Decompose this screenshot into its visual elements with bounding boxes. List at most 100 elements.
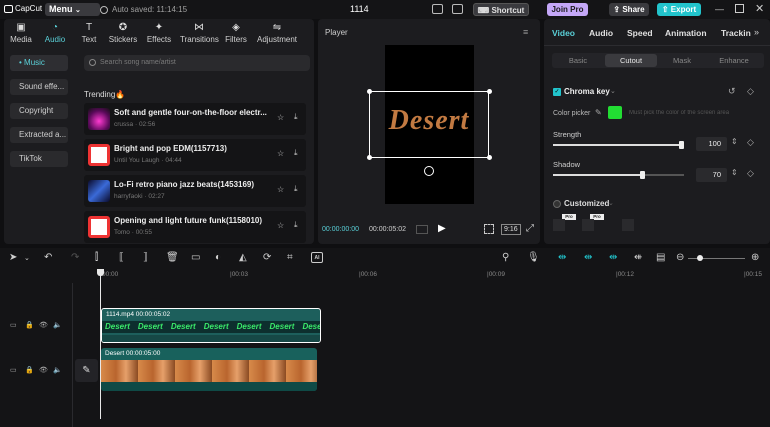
rotate-icon[interactable]: ⟳: [263, 252, 271, 263]
track-item[interactable]: Lo-Fi retro piano jazz beats(1453169) ha…: [84, 175, 306, 207]
play-icon[interactable]: ▶: [438, 223, 446, 234]
eyedropper-icon[interactable]: ✎: [595, 108, 602, 117]
option-tile[interactable]: [622, 219, 634, 231]
track-item[interactable]: Soft and gentle four-on-the-floor electr…: [84, 103, 306, 135]
tab-media[interactable]: ▣ Media: [5, 22, 37, 44]
chevron-down-icon[interactable]: ⌄: [24, 254, 30, 262]
tab-adjustment[interactable]: ⇋ Adjustment: [255, 22, 299, 44]
freeze-icon[interactable]: ▭: [191, 252, 200, 263]
lock-icon[interactable]: 🔒: [25, 321, 34, 329]
delete-icon[interactable]: 🗑: [166, 252, 179, 263]
category-music[interactable]: • Music: [10, 55, 68, 71]
zoom-out-icon[interactable]: ⊖: [676, 252, 684, 263]
link-icon[interactable]: ⇹: [558, 252, 566, 263]
resize-handle[interactable]: [367, 89, 372, 94]
favorite-star-icon[interactable]: ☆: [277, 149, 284, 158]
tab-speed[interactable]: Speed: [627, 28, 653, 38]
stepper-icon[interactable]: ⇕: [731, 137, 738, 146]
split-icon[interactable]: ⫿: [95, 252, 98, 263]
time-ruler[interactable]: 00:00 |00:03 |00:06 |00:09 |00:12 |00:15: [101, 269, 770, 283]
subtab-mask[interactable]: Mask: [656, 54, 708, 67]
eye-icon[interactable]: 👁: [39, 321, 48, 329]
share-button[interactable]: ⇪ Share: [609, 3, 649, 16]
minimize-icon[interactable]: —: [715, 4, 724, 14]
preview-axis-icon[interactable]: ⇹: [609, 252, 617, 263]
track-item[interactable]: Bright and pop EDM(1157713) Until You La…: [84, 139, 306, 171]
category-extracted-audio[interactable]: Extracted a...: [10, 127, 68, 143]
microphone-icon[interactable]: 🎙: [527, 252, 540, 263]
playhead[interactable]: [100, 269, 101, 419]
download-icon[interactable]: ⤓: [294, 184, 298, 194]
export-button[interactable]: ⇧ Export: [657, 3, 701, 16]
tab-filters[interactable]: ◈ Filters: [220, 22, 252, 44]
layout-icon-2[interactable]: [452, 4, 463, 14]
audio-icon[interactable]: 🔈: [53, 366, 62, 374]
chevron-down-icon[interactable]: ⌄: [610, 87, 616, 95]
keyframe-icon[interactable]: ◇: [747, 86, 754, 97]
chroma-key-checkbox[interactable]: ✓: [553, 88, 561, 96]
shadow-slider-handle[interactable]: [640, 171, 645, 179]
category-tiktok[interactable]: TikTok: [10, 151, 68, 167]
tab-audio[interactable]: ◔ Audio: [39, 22, 71, 44]
resize-handle[interactable]: [487, 89, 492, 94]
main-track-magnet-icon[interactable]: ⚲: [502, 252, 509, 263]
subtab-cutout[interactable]: Cutout: [605, 54, 657, 67]
lock-icon[interactable]: 🔒: [25, 366, 34, 374]
option-tile[interactable]: [553, 219, 565, 231]
download-icon[interactable]: ⤓: [294, 112, 298, 122]
split-screen-icon[interactable]: ⇺: [634, 252, 642, 263]
tab-text[interactable]: T Text: [73, 22, 105, 44]
playhead-handle[interactable]: [97, 269, 104, 276]
snap-icon[interactable]: ⇹: [584, 252, 592, 263]
aspect-ratio-button[interactable]: 9:16: [501, 224, 521, 235]
mirror-icon[interactable]: ◭: [239, 252, 247, 263]
category-copyright[interactable]: Copyright: [10, 103, 68, 119]
strength-slider-track[interactable]: [553, 144, 684, 146]
subtab-enhance[interactable]: Enhance: [708, 54, 760, 67]
shadow-slider-track[interactable]: [553, 174, 684, 176]
fullscreen-icon[interactable]: ⤢: [526, 223, 534, 234]
favorite-star-icon[interactable]: ☆: [277, 113, 284, 122]
search-input[interactable]: Search song name/artist: [84, 55, 310, 71]
track-item[interactable]: Opening and light future funk(1158010) T…: [84, 211, 306, 243]
shortcut-button[interactable]: ⌨ Shortcut: [473, 3, 529, 16]
caption-icon[interactable]: ▤: [656, 252, 665, 263]
favorite-star-icon[interactable]: ☆: [277, 185, 284, 194]
tab-tracking[interactable]: Trackin: [721, 28, 751, 38]
tab-stickers[interactable]: ✪ Stickers: [107, 22, 139, 44]
option-tile[interactable]: [582, 219, 594, 231]
text-clip[interactable]: 1114.mp4 00:00:05:02 Desert Desert Desert D…: [101, 308, 321, 343]
tab-audio-props[interactable]: Audio: [589, 28, 613, 38]
shadow-input[interactable]: 70: [696, 168, 727, 182]
tab-effects[interactable]: ✦ Effects: [143, 22, 175, 44]
favorite-star-icon[interactable]: ☆: [277, 221, 284, 230]
download-icon[interactable]: ⤓: [294, 220, 298, 230]
zoom-slider-handle[interactable]: [697, 255, 703, 261]
split-left-icon[interactable]: ⟦: [119, 252, 124, 263]
ai-tool-icon[interactable]: AI: [311, 252, 323, 263]
zoom-in-icon[interactable]: ⊕: [751, 252, 759, 263]
cover-edit-icon[interactable]: ✎: [75, 359, 98, 382]
fit-icon[interactable]: [484, 224, 494, 234]
stepper-icon[interactable]: ⇕: [731, 168, 738, 177]
resize-handle[interactable]: [487, 155, 492, 160]
eye-icon[interactable]: 👁: [39, 366, 48, 374]
strength-input[interactable]: 100: [696, 137, 727, 151]
resize-handle[interactable]: [367, 155, 372, 160]
audio-icon[interactable]: 🔈: [53, 321, 62, 329]
strength-slider-handle[interactable]: [679, 141, 684, 149]
maximize-icon[interactable]: [735, 4, 744, 13]
select-tool-icon[interactable]: ➤: [9, 252, 17, 263]
timeline-icon[interactable]: [416, 225, 428, 234]
tab-video[interactable]: Video: [552, 28, 575, 38]
track-thumbnail-toggle-icon[interactable]: ▭: [10, 321, 17, 329]
player-menu-icon[interactable]: ≡: [523, 27, 528, 37]
more-tabs-icon[interactable]: »: [754, 27, 759, 37]
undo-icon[interactable]: ↶: [44, 252, 52, 263]
reset-icon[interactable]: ↺: [728, 86, 736, 97]
menu-button[interactable]: Menu ⌄: [45, 3, 100, 16]
color-swatch[interactable]: [608, 106, 622, 119]
reverse-icon[interactable]: ◐: [215, 252, 221, 263]
join-pro-button[interactable]: Join Pro: [547, 3, 588, 16]
keyframe-icon[interactable]: ◇: [747, 137, 754, 148]
